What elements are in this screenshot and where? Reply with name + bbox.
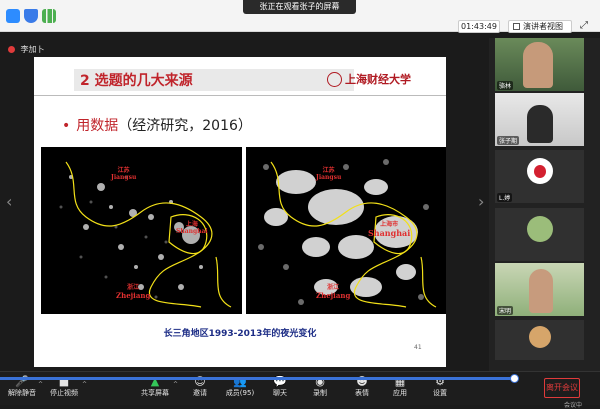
participant-tile[interactable]	[495, 208, 584, 261]
security-shield-icon[interactable]	[24, 9, 38, 23]
participant-tile[interactable]: 张子期	[495, 93, 584, 146]
next-page-arrow-icon[interactable]: ›	[478, 192, 484, 211]
university-logo-text: 上海财经大学	[345, 73, 411, 86]
participant-name: 张子期	[497, 136, 520, 145]
map-label-mid-cn: 上海市	[380, 221, 399, 228]
participant-gallery: 骆林 张子期 L.婷 宋明	[489, 38, 600, 371]
window-top-bar: 张正在观看张子的屏幕 01:43:49 演讲者视图 ⤢	[0, 0, 600, 33]
record-label: 录制	[313, 389, 327, 397]
apps-label: 应用	[393, 389, 407, 397]
audio-options-caret-icon[interactable]: ^	[38, 381, 43, 388]
participant-video	[529, 269, 553, 313]
map-label-top-cn: 江苏	[322, 167, 335, 174]
participant-video	[527, 105, 553, 143]
slide-caption: 长三角地区1993-2013年的夜光变化	[163, 329, 317, 339]
participant-tile[interactable]: 宋明	[495, 263, 584, 316]
bullet-text: （经济研究，2016）	[118, 118, 252, 134]
leave-meeting-button[interactable]: 离开会议	[544, 378, 580, 398]
map-label-top-en: Jiangsu	[316, 174, 342, 181]
map-label-top: 江苏 Jiangsu	[316, 165, 341, 181]
apple-avatar-icon	[534, 165, 546, 178]
mute-label: 解除静音	[8, 389, 36, 397]
map-label-bot-cn: 浙江	[327, 284, 340, 291]
share-screen-label: 共享屏幕	[141, 389, 169, 397]
view-mode-button[interactable]: 演讲者视图	[508, 20, 572, 33]
map-label-mid-cn: 上海	[185, 221, 198, 228]
video-label: 停止视频	[50, 389, 78, 397]
university-seal-icon	[327, 72, 342, 87]
participant-avatar	[527, 216, 553, 242]
share-options-caret-icon[interactable]: ^	[173, 381, 178, 388]
map-label-mid-en: Shanghai	[368, 228, 411, 238]
recording-dot-icon	[8, 46, 15, 53]
shared-slide: 2 选题的几大来源 上海财经大学 • 用数据（经济研究，2016） 江苏 Jia…	[34, 57, 446, 367]
map-label-bot-cn: 浙江	[127, 284, 140, 291]
participant-avatar	[529, 326, 551, 348]
night-light-map-1993: 江苏 Jiangsu 上海 Shanghai 浙江 Zhejiang	[41, 147, 242, 314]
reactions-label: 表情	[355, 389, 369, 397]
map-label-bot-en: Zhejiang	[316, 291, 351, 300]
university-logo: 上海财经大学	[325, 71, 433, 89]
participant-name: 骆林	[497, 81, 514, 90]
prev-page-arrow-icon[interactable]: ‹	[6, 192, 12, 211]
map-label-top: 江苏 Jiangsu	[111, 165, 136, 181]
fullscreen-icon[interactable]: ⤢	[577, 20, 591, 33]
progress-knob[interactable]	[510, 374, 519, 383]
participant-tile[interactable]: 骆林	[495, 38, 584, 91]
active-speaker-name: 李加卜	[20, 45, 45, 54]
grid-view-icon	[513, 23, 520, 30]
slide-divider	[34, 95, 446, 96]
window-menu-icon[interactable]	[6, 9, 20, 23]
members-label: 成员(95)	[225, 389, 255, 397]
slide-title: 2 选题的几大来源	[80, 73, 193, 89]
participant-tile[interactable]: L.婷	[495, 150, 584, 203]
slide-page-number: 41	[414, 344, 422, 351]
participant-name: 宋明	[497, 306, 514, 315]
map-label-mid-en: Shanghai	[176, 228, 208, 235]
night-light-map-2013: 江苏 Jiangsu 上海市 Shanghai 浙江 Zhejiang	[246, 147, 446, 314]
meeting-timer: 01:43:49	[458, 20, 500, 33]
screen-share-banner[interactable]: 张正在观看张子的屏幕	[243, 0, 356, 14]
map-label-top-cn: 江苏	[117, 167, 130, 174]
map-label-mid: 上海市 Shanghai	[368, 219, 410, 238]
map-label-bot: 浙江 Zhejiang	[116, 282, 150, 300]
bullet-emphasis: 用数据	[76, 118, 119, 134]
map-label-bot: 浙江 Zhejiang	[316, 282, 350, 300]
invite-label: 邀请	[193, 389, 207, 397]
chat-label: 聊天	[273, 389, 287, 397]
bullet-dot-icon: •	[62, 118, 71, 134]
active-speaker: 李加卜	[8, 44, 45, 55]
map-label-bot-en: Zhejiang	[116, 291, 151, 300]
slide-bullet: • 用数据（经济研究，2016）	[62, 115, 252, 135]
map-label-mid: 上海 Shanghai	[176, 219, 208, 235]
video-options-caret-icon[interactable]: ^	[82, 381, 87, 388]
signal-bars-icon[interactable]	[42, 9, 56, 23]
participant-tile[interactable]	[495, 320, 584, 360]
participant-video	[523, 42, 553, 88]
participant-name: L.婷	[497, 193, 513, 202]
playback-progress-bar[interactable]	[0, 377, 515, 380]
participant-avatar	[527, 158, 553, 184]
view-mode-label: 演讲者视图	[523, 22, 563, 31]
settings-label: 设置	[433, 389, 447, 397]
map-label-top-en: Jiangsu	[111, 174, 137, 181]
